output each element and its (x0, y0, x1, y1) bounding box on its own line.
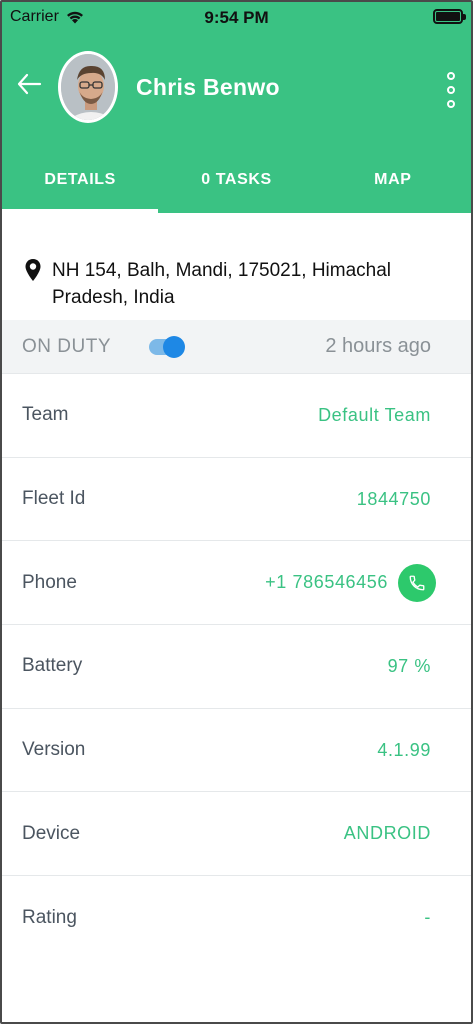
detail-row-rating: Rating - (2, 876, 471, 960)
duty-toggle[interactable] (149, 335, 185, 358)
battery-value: 97 % (387, 655, 431, 676)
more-vertical-icon[interactable] (445, 72, 457, 108)
status-bar: Carrier 9:54 PM (2, 2, 471, 34)
team-label: Team (22, 404, 69, 426)
battery-label: Battery (22, 655, 83, 677)
avatar (58, 51, 118, 123)
address-block: NH 154, Balh, Mandi, 175021, Himachal Pr… (2, 213, 471, 320)
call-button[interactable] (398, 563, 436, 602)
device-label: Device (22, 822, 81, 844)
phone-label: Phone (22, 571, 77, 593)
detail-row-phone: Phone +1 786546456 (2, 541, 471, 626)
duty-status-bar: ON DUTY 2 hours ago (2, 320, 471, 374)
rating-value: - (424, 907, 431, 928)
back-arrow-icon[interactable] (16, 72, 42, 96)
avatar-image (61, 54, 115, 120)
detail-row-device: Device ANDROID (2, 792, 471, 877)
app-bar: Chris Benwo (2, 34, 471, 144)
detail-row-battery: Battery 97 % (2, 625, 471, 709)
fleet-id-value: 1844750 (356, 488, 431, 509)
rating-label: Rating (22, 906, 77, 928)
header: Carrier 9:54 PM Chris Benwo DETAILS 0 TA… (2, 2, 471, 213)
detail-row-fleet-id: Fleet Id 1844750 (2, 458, 471, 542)
tab-details[interactable]: DETAILS (2, 144, 159, 213)
location-pin-icon (25, 259, 41, 281)
fleet-id-label: Fleet Id (22, 488, 86, 510)
tab-tasks[interactable]: 0 TASKS (158, 144, 314, 213)
version-label: Version (22, 739, 86, 761)
tab-map[interactable]: MAP (315, 144, 471, 213)
duty-label: ON DUTY (22, 335, 111, 357)
detail-row-version: Version 4.1.99 (2, 709, 471, 793)
clock: 9:54 PM (204, 8, 269, 27)
app-screen: Carrier 9:54 PM Chris Benwo DETAILS 0 TA… (0, 0, 473, 1024)
address-text: NH 154, Balh, Mandi, 175021, Himachal Pr… (52, 260, 392, 308)
team-value: Default Team (318, 404, 431, 425)
battery-icon (433, 9, 466, 24)
last-seen: 2 hours ago (325, 335, 431, 357)
tab-bar: DETAILS 0 TASKS MAP (2, 144, 471, 213)
phone-group: +1 786546456 (265, 563, 436, 602)
driver-name: Chris Benwo (136, 74, 280, 100)
device-value: ANDROID (343, 823, 431, 844)
version-value: 4.1.99 (377, 739, 431, 760)
phone-value[interactable]: +1 786546456 (265, 572, 388, 593)
detail-row-team: Team Default Team (2, 374, 471, 458)
phone-icon (409, 575, 425, 591)
details-list: Team Default Team Fleet Id 1844750 Phone… (2, 374, 471, 960)
